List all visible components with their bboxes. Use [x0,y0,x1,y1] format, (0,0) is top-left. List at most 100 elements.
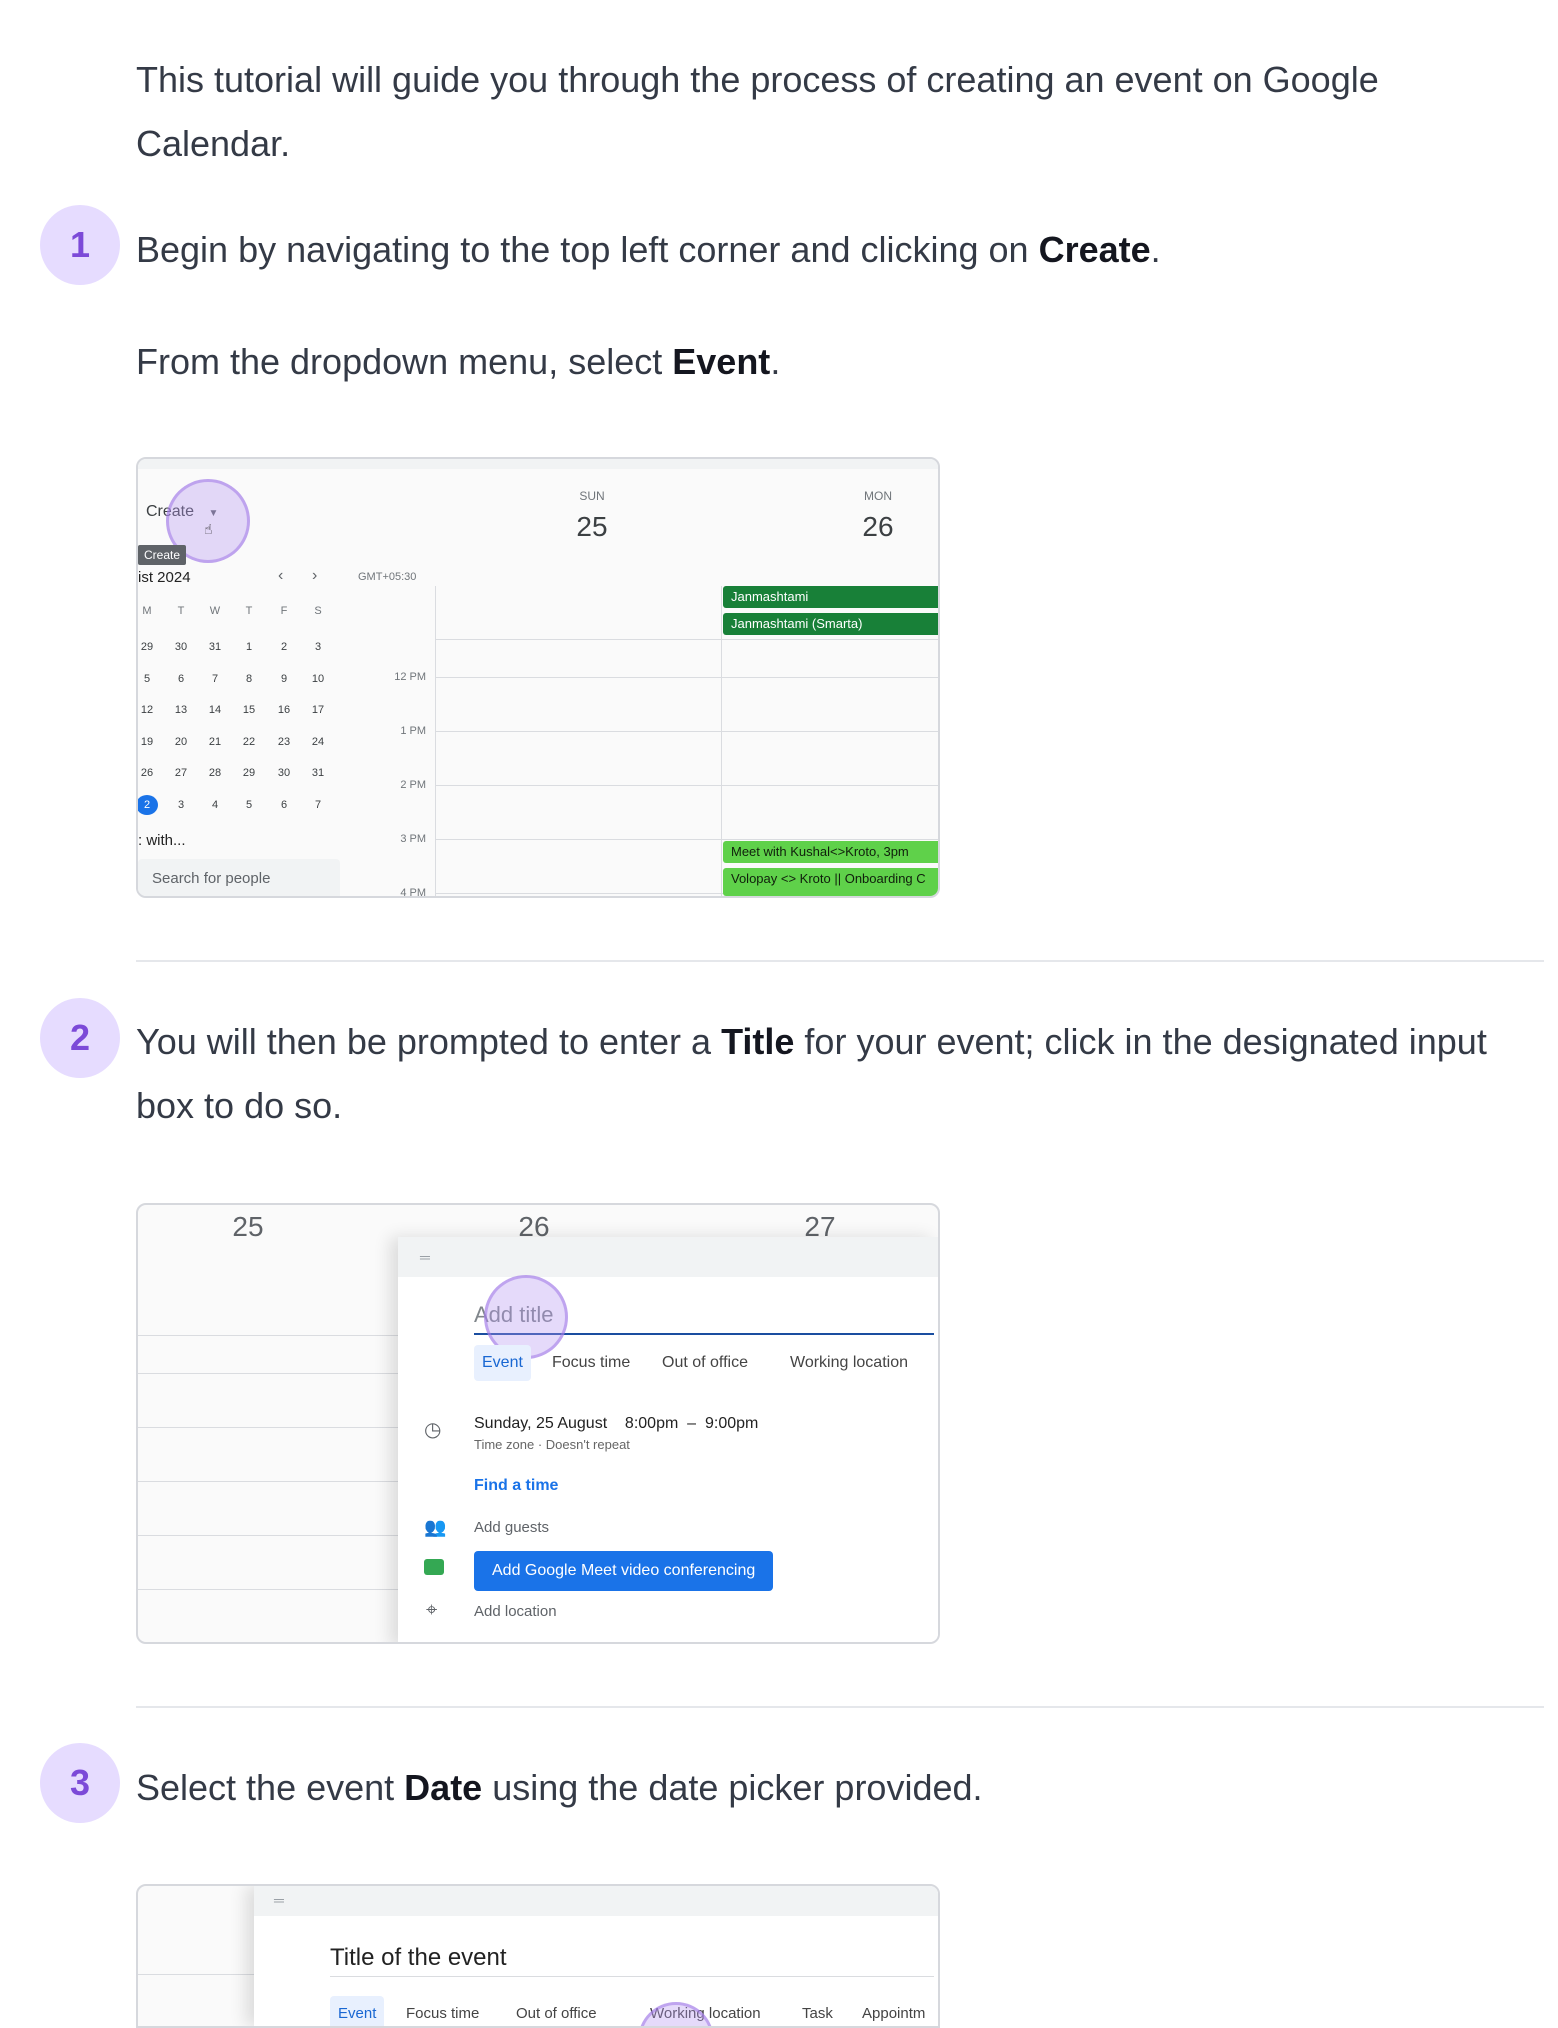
mini-calendar-day[interactable]: 12 [138,700,160,720]
mini-calendar-day[interactable]: 8 [236,669,262,689]
intro-text: This tutorial will guide you through the… [136,59,1379,164]
section-divider [136,960,1544,962]
mini-calendar-day[interactable]: 30 [271,763,297,783]
mini-calendar-day[interactable]: 5 [236,795,262,815]
time-label: 2 PM [400,779,426,791]
mini-calendar-day[interactable]: 6 [271,795,297,815]
mini-calendar-day[interactable]: 31 [305,763,331,783]
mini-calendar-day[interactable]: 1 [236,637,262,657]
step-text-plain: You will then be prompted to enter a [136,1021,722,1062]
step-text-plain: . [1150,229,1161,270]
mini-calendar-day[interactable]: 27 [168,763,194,783]
mini-calendar-day[interactable]: 23 [271,732,297,752]
tab-event[interactable]: Event [330,1996,385,2026]
mini-calendar-day[interactable]: 21 [202,732,228,752]
step-number-badge: 2 [40,998,120,1078]
mini-calendar-day[interactable]: 10 [305,669,331,689]
mini-calendar-day[interactable]: 30 [168,637,194,657]
day-number-26: 26 [862,511,894,542]
search-people-input[interactable]: Search for people [138,859,340,896]
step-number-badge: 1 [40,205,120,285]
dialog-drag-bar[interactable]: ═ [398,1237,938,1277]
mini-calendar-day[interactable]: 2 [271,637,297,657]
tab-focus-time[interactable]: Focus time [406,1996,479,2026]
next-month-icon[interactable]: › [312,567,317,585]
screenshot-create-menu: Create ▼ ☝ Create ist 2024 ‹ › M T W T F S 29 3… [136,457,940,898]
event-chip[interactable]: Meet with Kushal<>Kroto, 3pm [723,841,938,863]
step-text-plain: From the dropdown menu, select [136,341,673,382]
mini-calendar-day[interactable]: 19 [138,732,160,752]
find-time-link[interactable]: Find a time [474,1477,558,1495]
mini-calendar-day[interactable]: 2 [138,794,158,815]
mini-calendar-day[interactable]: 26 [138,763,160,783]
tab-focus-time[interactable]: Focus time [552,1345,630,1381]
step-number-badge: 3 [40,1743,120,1823]
day-name-mon: MON [864,489,892,503]
clock-icon: ◷ [424,1419,442,1441]
tab-task[interactable]: Task [802,1996,833,2026]
mini-calendar-day[interactable]: 3 [168,795,194,815]
dialog-drag-bar[interactable]: ═ [254,1886,938,1916]
tab-out-of-office[interactable]: Out of office [662,1345,748,1381]
mini-calendar-day[interactable]: 24 [305,732,331,752]
tab-working-location[interactable]: Working location [790,1345,908,1381]
event-datetime[interactable]: Sunday, 25 August 8:00pm – 9:00pm [474,1415,758,1433]
event-chip[interactable]: Volopay <> Kroto || Onboarding C [723,868,938,896]
prev-month-icon[interactable]: ‹ [278,567,283,585]
mini-calendar-day[interactable]: 7 [202,669,228,689]
mini-calendar-day[interactable]: 7 [305,795,331,815]
mini-calendar-day[interactable]: 22 [236,732,262,752]
step-text-bold: Event [672,341,771,382]
drag-handle-icon[interactable]: ═ [274,1892,284,1908]
add-location-field[interactable]: Add location [474,1603,557,1620]
event-chip[interactable]: Janmashtami (Smarta) [723,613,938,635]
add-google-meet-button[interactable]: Add Google Meet video conferencing [474,1551,774,1591]
mini-calendar-day[interactable]: 6 [168,669,194,689]
step-text-plain: Select the event [136,1767,405,1808]
timezone-repeat-text[interactable]: Time zone · Doesn't repeat [474,1437,630,1452]
meet-with-label: : with... [138,832,186,849]
weekday-header: W [209,605,221,617]
mini-calendar-day[interactable]: 29 [236,763,262,783]
grid-line [138,1589,398,1590]
mini-calendar-day[interactable]: 15 [236,700,262,720]
location-pin-icon: ⌖ [426,1599,438,1621]
drag-handle-icon[interactable]: ═ [420,1249,430,1265]
grid-line [435,839,938,840]
google-meet-icon [424,1559,444,1575]
step-text-bold: Create [1038,229,1151,270]
tab-event[interactable]: Event [474,1345,531,1381]
mini-calendar-day[interactable]: 9 [271,669,297,689]
mini-calendar-day[interactable]: 31 [202,637,228,657]
mini-calendar-day[interactable]: 13 [168,700,194,720]
grid-line [138,1974,258,1975]
day-name-sun: SUN [579,489,605,503]
mini-calendar-day[interactable]: 16 [271,700,297,720]
screenshot-date-picker: ═ Title of the event Event Focus time Ou… [136,1884,940,2028]
mini-calendar-day[interactable]: 5 [138,669,160,689]
tab-appointment[interactable]: Appointm [862,1996,925,2026]
weekday-header: F [280,605,288,617]
guests-icon: 👥 [424,1517,447,1537]
mini-calendar-day[interactable]: 4 [202,795,228,815]
mini-calendar-day[interactable]: 3 [305,637,331,657]
grid-line [435,731,938,732]
section-divider [136,1706,1544,1708]
event-chip[interactable]: Janmashtami [723,586,938,608]
mini-calendar-day[interactable]: 28 [202,763,228,783]
title-input[interactable]: Title of the event [330,1940,934,1977]
screenshot-event-dialog: 25 26 27 ═ Add title Event Focus time Ou… [136,1203,940,1644]
weekday-header: S [314,605,322,617]
mini-calendar-day[interactable]: 14 [202,700,228,720]
grid-line [138,1335,398,1336]
step-1-instruction-2: From the dropdown menu, select Event. [136,330,1536,394]
step-2-instruction: You will then be prompted to enter a Tit… [136,1010,1536,1138]
mini-calendar-day[interactable]: 20 [168,732,194,752]
cursor-hand-icon: ☝ [204,521,213,537]
weekday-header: M [142,605,152,617]
add-guests-field[interactable]: Add guests [474,1519,549,1536]
tab-out-of-office[interactable]: Out of office [516,1996,597,2026]
mini-calendar-day[interactable]: 29 [138,637,160,657]
mini-calendar-day[interactable]: 17 [305,700,331,720]
grid-line [435,677,938,678]
